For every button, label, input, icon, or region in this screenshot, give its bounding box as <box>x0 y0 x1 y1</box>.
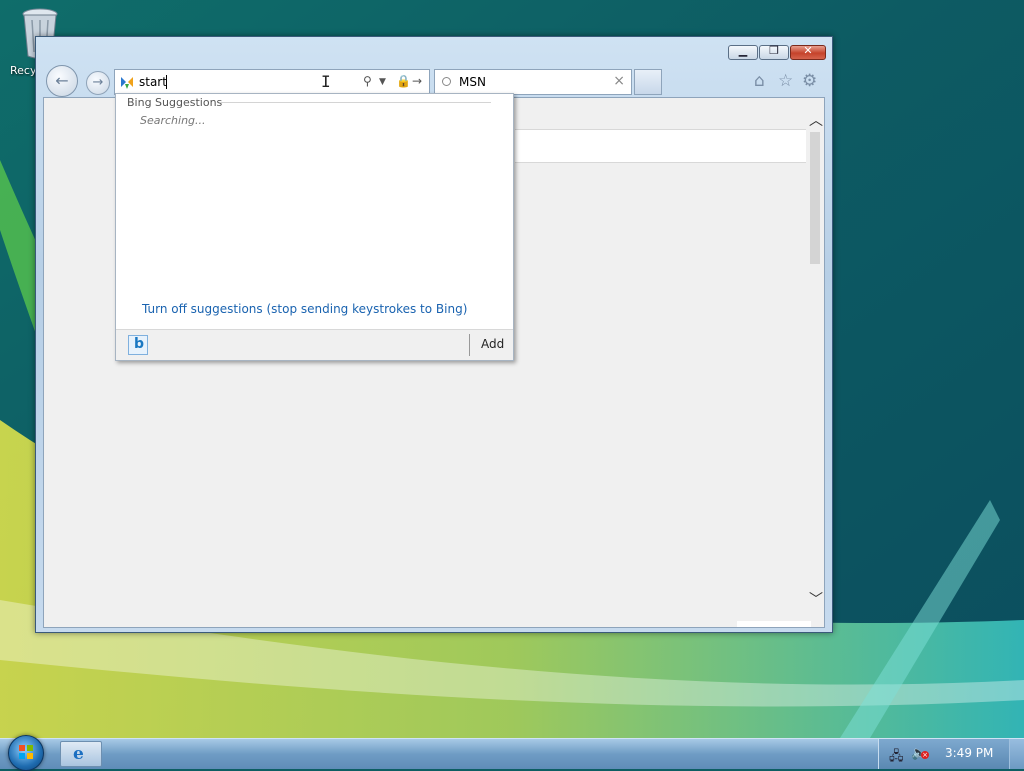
bing-provider-button[interactable]: b <box>128 335 148 355</box>
start-button[interactable] <box>8 735 44 771</box>
tools-gear-icon[interactable]: ⚙ <box>802 71 817 91</box>
status-strip <box>737 621 811 627</box>
scroll-thumb[interactable] <box>810 132 820 264</box>
muted-badge-icon: × <box>921 751 929 759</box>
content-strip <box>515 129 809 163</box>
close-tab-icon[interactable]: × <box>613 73 625 89</box>
address-bar[interactable]: I ⚲ ▼ 🔒 → <box>114 69 430 95</box>
address-input[interactable] <box>139 74 289 90</box>
scroll-up-icon[interactable]: ︿ <box>809 110 823 130</box>
close-icon: ✕ <box>803 44 813 57</box>
vertical-scrollbar[interactable]: ︿ ﹀ <box>806 98 824 627</box>
home-icon[interactable]: ⌂ <box>754 71 765 91</box>
add-provider-button[interactable]: Add <box>481 337 504 351</box>
bing-icon: b <box>134 336 145 352</box>
back-arrow-icon: ← <box>55 71 69 91</box>
suggestions-status: Searching... <box>140 114 206 127</box>
loading-icon <box>442 77 451 86</box>
close-window-button[interactable]: ✕ <box>790 44 826 60</box>
clock[interactable]: 3:49 PM <box>945 746 993 760</box>
footer-divider <box>469 334 470 356</box>
show-desktop-button[interactable] <box>1009 739 1024 769</box>
tab-title: MSN <box>459 75 486 89</box>
back-button[interactable]: ← <box>46 65 78 97</box>
network-icon[interactable]: 🖧 <box>889 747 904 769</box>
lock-icon[interactable]: 🔒 <box>396 74 411 88</box>
internet-explorer-icon: e <box>73 744 84 764</box>
minimize-button[interactable]: ▁ <box>728 44 758 60</box>
search-suggestions-dropdown: Bing Suggestions Searching... Turn off s… <box>115 93 514 361</box>
search-icon[interactable]: ⚲ <box>363 74 372 88</box>
forward-button[interactable]: → <box>86 71 110 95</box>
text-caret <box>166 75 167 89</box>
recycle-bin-label: Recy <box>10 64 37 77</box>
taskbar-internet-explorer-button[interactable]: e <box>60 741 102 767</box>
scroll-down-icon[interactable]: ﹀ <box>809 589 823 609</box>
window-caption-buttons: ▁ ❐ ✕ <box>728 44 826 60</box>
new-tab-button[interactable] <box>634 69 662 95</box>
taskbar: e 🖧 🔈 × 3:49 PM <box>0 735 1024 771</box>
search-provider-footer: b Add <box>116 329 513 360</box>
turn-off-suggestions-link[interactable]: Turn off suggestions (stop sending keyst… <box>142 302 467 316</box>
windows-logo-icon <box>19 745 33 759</box>
system-tray: 🖧 🔈 × 3:49 PM <box>878 739 1024 769</box>
favorites-star-icon[interactable]: ☆ <box>778 71 793 91</box>
forward-arrow-icon: → <box>92 75 104 91</box>
bing-favicon-icon <box>121 77 133 89</box>
tab-msn[interactable]: MSN × <box>434 69 632 95</box>
minimize-icon: ▁ <box>738 44 748 57</box>
ibeam-cursor-icon: I <box>321 72 331 91</box>
restore-button[interactable]: ❐ <box>759 44 789 60</box>
dropdown-chevron-icon[interactable]: ▼ <box>379 77 386 87</box>
restore-icon: ❐ <box>769 44 779 57</box>
suggestions-divider <box>220 102 491 103</box>
suggestions-heading: Bing Suggestions <box>127 96 223 109</box>
go-arrow-icon[interactable]: → <box>412 74 422 88</box>
